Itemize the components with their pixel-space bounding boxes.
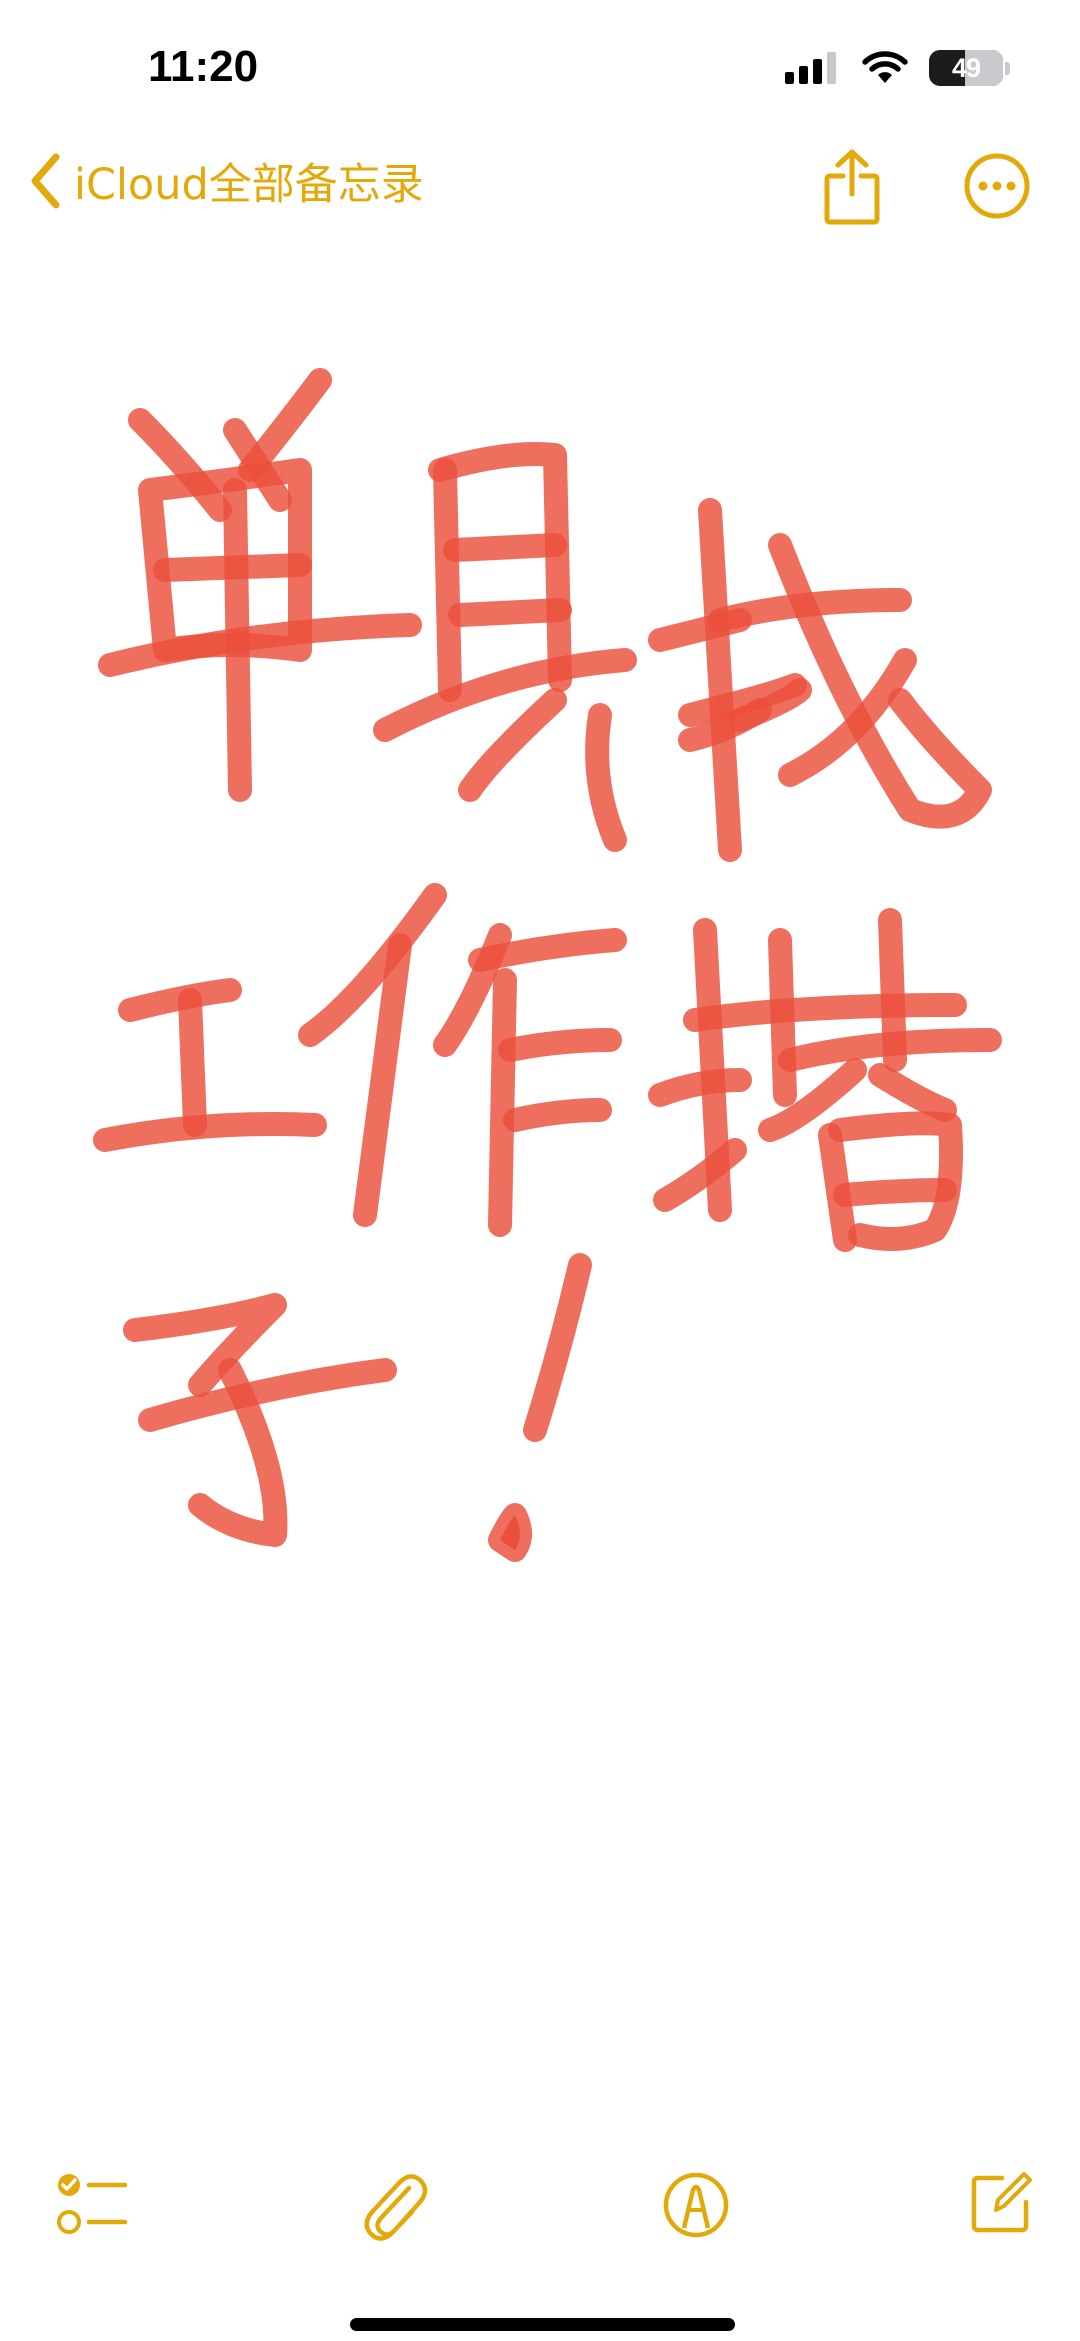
more-icon [963,153,1031,224]
battery-icon: 49 [929,50,1010,86]
status-icons: 49 [785,50,1010,86]
status-time: 11:20 [148,42,259,91]
checklist-icon [55,2170,129,2240]
chevron-left-icon [28,151,62,211]
status-bar: 11:20 49 [0,0,1080,140]
wifi-icon [861,51,909,85]
battery-indicator: 49 [929,50,1003,86]
more-button[interactable] [963,152,1031,224]
attachment-button[interactable] [362,2170,430,2244]
compose-icon [968,2170,1034,2236]
battery-cap [1005,61,1010,75]
bottom-toolbar [0,2170,1080,2260]
nav-bar: iCloud全部备忘录 [0,140,1080,240]
share-button[interactable] [822,148,882,230]
checklist-button[interactable] [55,2170,129,2240]
back-button[interactable]: iCloud全部备忘录 [28,150,424,212]
back-label: iCloud全部备忘录 [74,160,424,210]
cellular-signal-icon [785,52,841,84]
paperclip-icon [362,2170,430,2244]
battery-percent: 49 [951,52,981,83]
home-indicator[interactable] [350,2318,735,2331]
markup-button[interactable] [662,2170,730,2240]
compose-button[interactable] [968,2170,1034,2236]
notes-screen: 11:20 49 iCloud全部备忘录 [0,0,1080,2341]
share-icon [822,149,882,230]
handwriting-drawing [93,368,1002,1562]
drawing-canvas[interactable] [0,260,1080,2160]
markup-pen-icon [662,2170,730,2240]
